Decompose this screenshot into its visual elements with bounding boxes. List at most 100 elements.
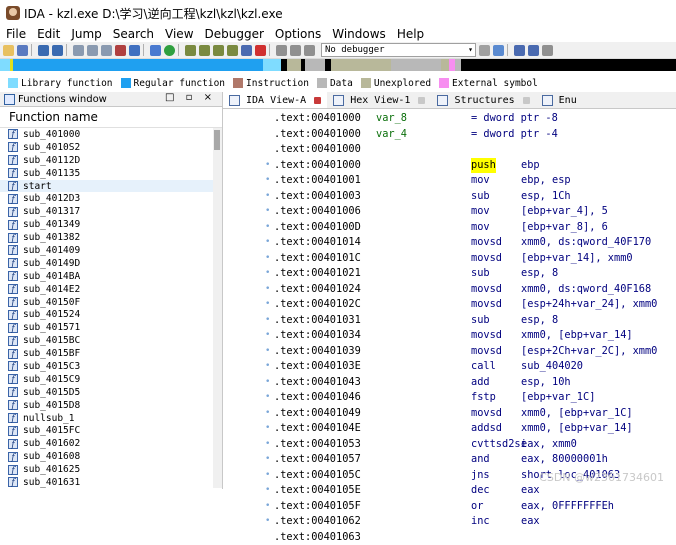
debugger-options-icon[interactable] [479, 45, 490, 56]
tab-ida-view-a[interactable]: IDA View-A [223, 92, 327, 108]
menu-file[interactable]: File [0, 27, 31, 41]
mnemonic[interactable]: addsd [471, 421, 502, 437]
operands[interactable]: esp, 10h [521, 375, 571, 391]
layout-icon[interactable] [514, 45, 525, 56]
function-list-item[interactable]: fnullsub_1 [0, 412, 222, 425]
green-circle-icon[interactable] [164, 45, 175, 56]
disasm-line[interactable]: •.text:00401014movsdxmm0, ds:qword_40F17… [223, 235, 676, 251]
disasm-line[interactable]: •.text:00401000pushebp [223, 158, 676, 174]
operands[interactable]: [ebp+var_8], 6 [521, 220, 608, 236]
operands[interactable]: [esp+2Ch+var_2C], xmm0 [521, 344, 657, 360]
disasm-line[interactable]: •.text:0040105Foreax, 0FFFFFFFEh [223, 499, 676, 515]
mnemonic[interactable]: sub [471, 189, 490, 205]
mnemonic[interactable]: movsd [471, 282, 502, 298]
function-list-item[interactable]: fsub_401409 [0, 244, 222, 257]
patch-icon[interactable] [241, 45, 252, 56]
disasm-line[interactable]: •.text:0040104Eaddsdxmm0, [ebp+var_14] [223, 421, 676, 437]
pause-icon[interactable] [290, 45, 301, 56]
function-list-item[interactable]: fsub_401317 [0, 205, 222, 218]
operands[interactable]: eax [521, 514, 540, 530]
function-list-item[interactable]: fsub_4015D5 [0, 386, 222, 399]
mnemonic[interactable]: inc [471, 514, 490, 530]
close-icon[interactable] [523, 97, 530, 104]
tab-structures[interactable]: Structures [431, 92, 535, 108]
mnemonic[interactable]: movsd [471, 251, 502, 267]
disasm-line[interactable]: •.text:00401031subesp, 8 [223, 313, 676, 329]
menu-options[interactable]: Options [269, 27, 326, 41]
disasm-line[interactable]: .text:00401000 [223, 142, 676, 158]
operands[interactable]: xmm0, [ebp+var_14] [521, 421, 633, 437]
operands[interactable]: ebp, esp [521, 173, 571, 189]
mnemonic[interactable]: sub [471, 266, 490, 282]
operands[interactable]: xmm0, ds:qword_40F168 [521, 282, 651, 298]
function-list-item[interactable]: fsub_4015D8 [0, 399, 222, 412]
disasm-line[interactable]: •.text:0040102Cmovsd[esp+24h+var_24], xm… [223, 297, 676, 313]
disasm-line[interactable]: •.text:00401024movsdxmm0, ds:qword_40F16… [223, 282, 676, 298]
operands[interactable]: esp, 8 [521, 266, 558, 282]
help-icon[interactable] [528, 45, 539, 56]
function-list-item[interactable]: fsub_401524 [0, 308, 222, 321]
add-struct-icon[interactable] [185, 45, 196, 56]
disasm-line[interactable]: •.text:00401006mov[ebp+var_4], 5 [223, 204, 676, 220]
mnemonic[interactable]: jns [471, 468, 490, 484]
close-icon[interactable] [418, 97, 425, 104]
disasm-line[interactable]: .text:00401000var_4= dword ptr -4 [223, 127, 676, 143]
debugger-select[interactable]: No debugger ▾ [321, 43, 476, 57]
disasm-line[interactable]: .text:00401063 [223, 530, 676, 545]
function-list-item[interactable]: fsub_4014BA [0, 270, 222, 283]
operands[interactable]: eax, xmm0 [521, 437, 577, 453]
cursor-icon[interactable] [542, 45, 553, 56]
script-icon[interactable] [213, 45, 224, 56]
mnemonic[interactable]: sub [471, 313, 490, 329]
operands[interactable]: sub_404020 [521, 359, 583, 375]
function-list-item[interactable]: fsub_4010S2 [0, 141, 222, 154]
disasm-line[interactable]: •.text:00401021subesp, 8 [223, 266, 676, 282]
function-list-item[interactable]: fsub_4015C3 [0, 360, 222, 373]
operands[interactable]: xmm0, ds:qword_40F170 [521, 235, 651, 251]
function-list-item[interactable]: fsub_401571 [0, 321, 222, 334]
operands[interactable]: ebp [521, 158, 540, 174]
disasm-line[interactable]: •.text:00401053cvttsd2sieax, xmm0 [223, 437, 676, 453]
function-list-item[interactable]: fsub_401000 [0, 128, 222, 141]
vertical-scrollbar[interactable] [213, 128, 222, 488]
mnemonic[interactable]: movsd [471, 406, 502, 422]
disasm-line[interactable]: •.text:0040105Edeceax [223, 483, 676, 499]
operands[interactable]: [ebp+var_14], xmm0 [521, 251, 633, 267]
disasm-line[interactable]: .text:00401000var_8= dword ptr -8 [223, 111, 676, 127]
mnemonic[interactable]: call [471, 359, 496, 375]
mnemonic[interactable]: cvttsd2si [471, 437, 527, 453]
graph-icon[interactable] [150, 45, 161, 56]
search-binary-icon[interactable] [101, 45, 112, 56]
plugin-icon[interactable] [227, 45, 238, 56]
function-list-item[interactable]: fsub_40150F [0, 296, 222, 309]
disasm-line[interactable]: •.text:00401043addesp, 10h [223, 375, 676, 391]
scrollbar-thumb[interactable] [214, 130, 220, 150]
stack-var-name[interactable]: var_8 [376, 111, 407, 127]
mnemonic[interactable]: mov [471, 173, 490, 189]
mnemonic[interactable]: movsd [471, 235, 502, 251]
function-list-item[interactable]: fsub_401382 [0, 231, 222, 244]
operands[interactable]: xmm0, [ebp+var_14] [521, 328, 633, 344]
menu-debugger[interactable]: Debugger [199, 27, 269, 41]
menu-jump[interactable]: Jump [65, 27, 106, 41]
function-list-item[interactable]: fsub_4015BC [0, 334, 222, 347]
function-list-item[interactable]: fsub_4015BF [0, 347, 222, 360]
disasm-line[interactable]: •.text:00401046fstp[ebp+var_1C] [223, 390, 676, 406]
mnemonic[interactable]: mov [471, 204, 490, 220]
function-list-item[interactable]: fsub_401625 [0, 463, 222, 476]
mnemonic[interactable]: and [471, 452, 490, 468]
tab-hex-view-1[interactable]: Hex View-1 [327, 92, 431, 108]
binoculars-icon[interactable] [73, 45, 84, 56]
menu-search[interactable]: Search [107, 27, 159, 41]
forward-arrow-icon[interactable] [52, 45, 63, 56]
function-list-item[interactable]: fsub_401602 [0, 437, 222, 450]
disasm-line[interactable]: •.text:00401062inceax [223, 514, 676, 530]
operands[interactable]: eax [521, 483, 540, 499]
mnemonic[interactable]: movsd [471, 328, 502, 344]
disasm-line[interactable]: •.text:00401049movsdxmm0, [ebp+var_1C] [223, 406, 676, 422]
close-x-icon[interactable] [255, 45, 266, 56]
mnemonic[interactable]: or [471, 499, 483, 515]
save-icon[interactable] [17, 45, 28, 56]
function-list-item[interactable]: fsub_401608 [0, 450, 222, 463]
stack-var-name[interactable]: var_4 [376, 127, 407, 143]
